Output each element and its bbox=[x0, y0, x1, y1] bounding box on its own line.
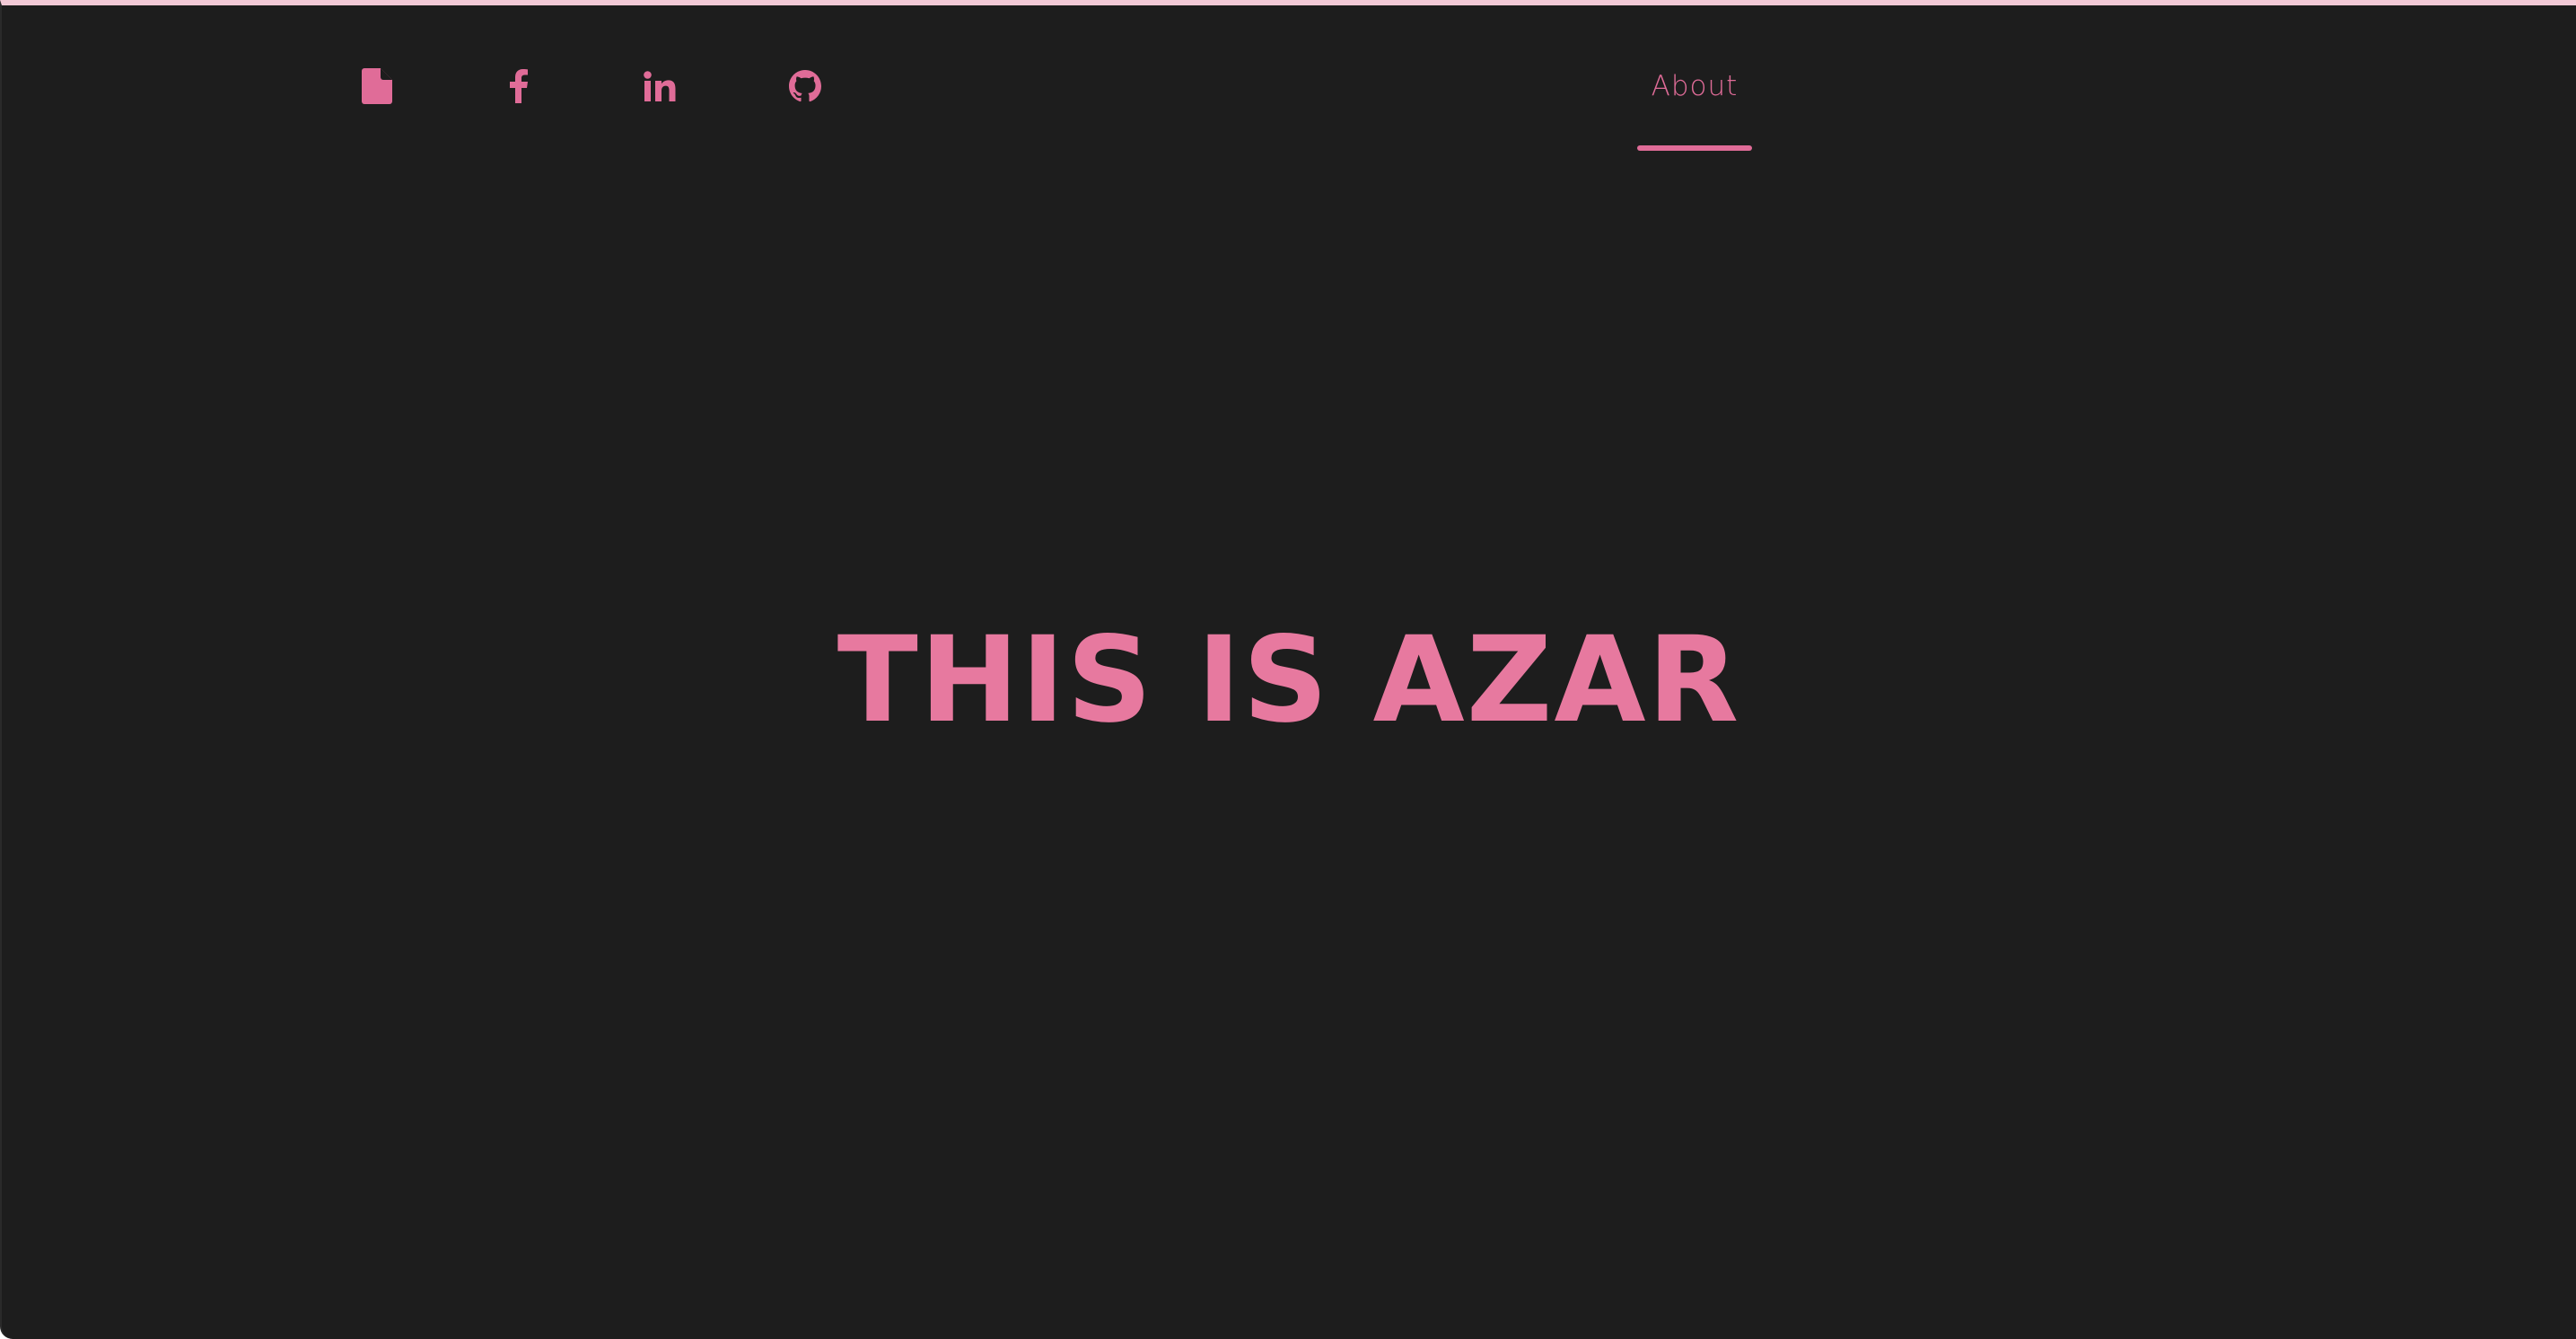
active-tab-underline bbox=[1637, 145, 1752, 151]
facebook-icon bbox=[509, 69, 529, 103]
hero-title: THIS IS AZAR bbox=[837, 611, 1741, 749]
github-icon bbox=[789, 70, 821, 102]
file-icon bbox=[362, 68, 392, 104]
facebook-link[interactable] bbox=[494, 61, 544, 111]
page-frame: About THIS IS AZAR bbox=[0, 0, 2576, 1339]
linkedin-link[interactable] bbox=[635, 61, 685, 111]
nav-about-tab[interactable]: About bbox=[1637, 57, 1752, 151]
nav-about-label: About bbox=[1651, 70, 1739, 102]
resume-link[interactable] bbox=[352, 61, 402, 111]
github-link[interactable] bbox=[780, 61, 830, 111]
linkedin-icon bbox=[644, 71, 676, 101]
